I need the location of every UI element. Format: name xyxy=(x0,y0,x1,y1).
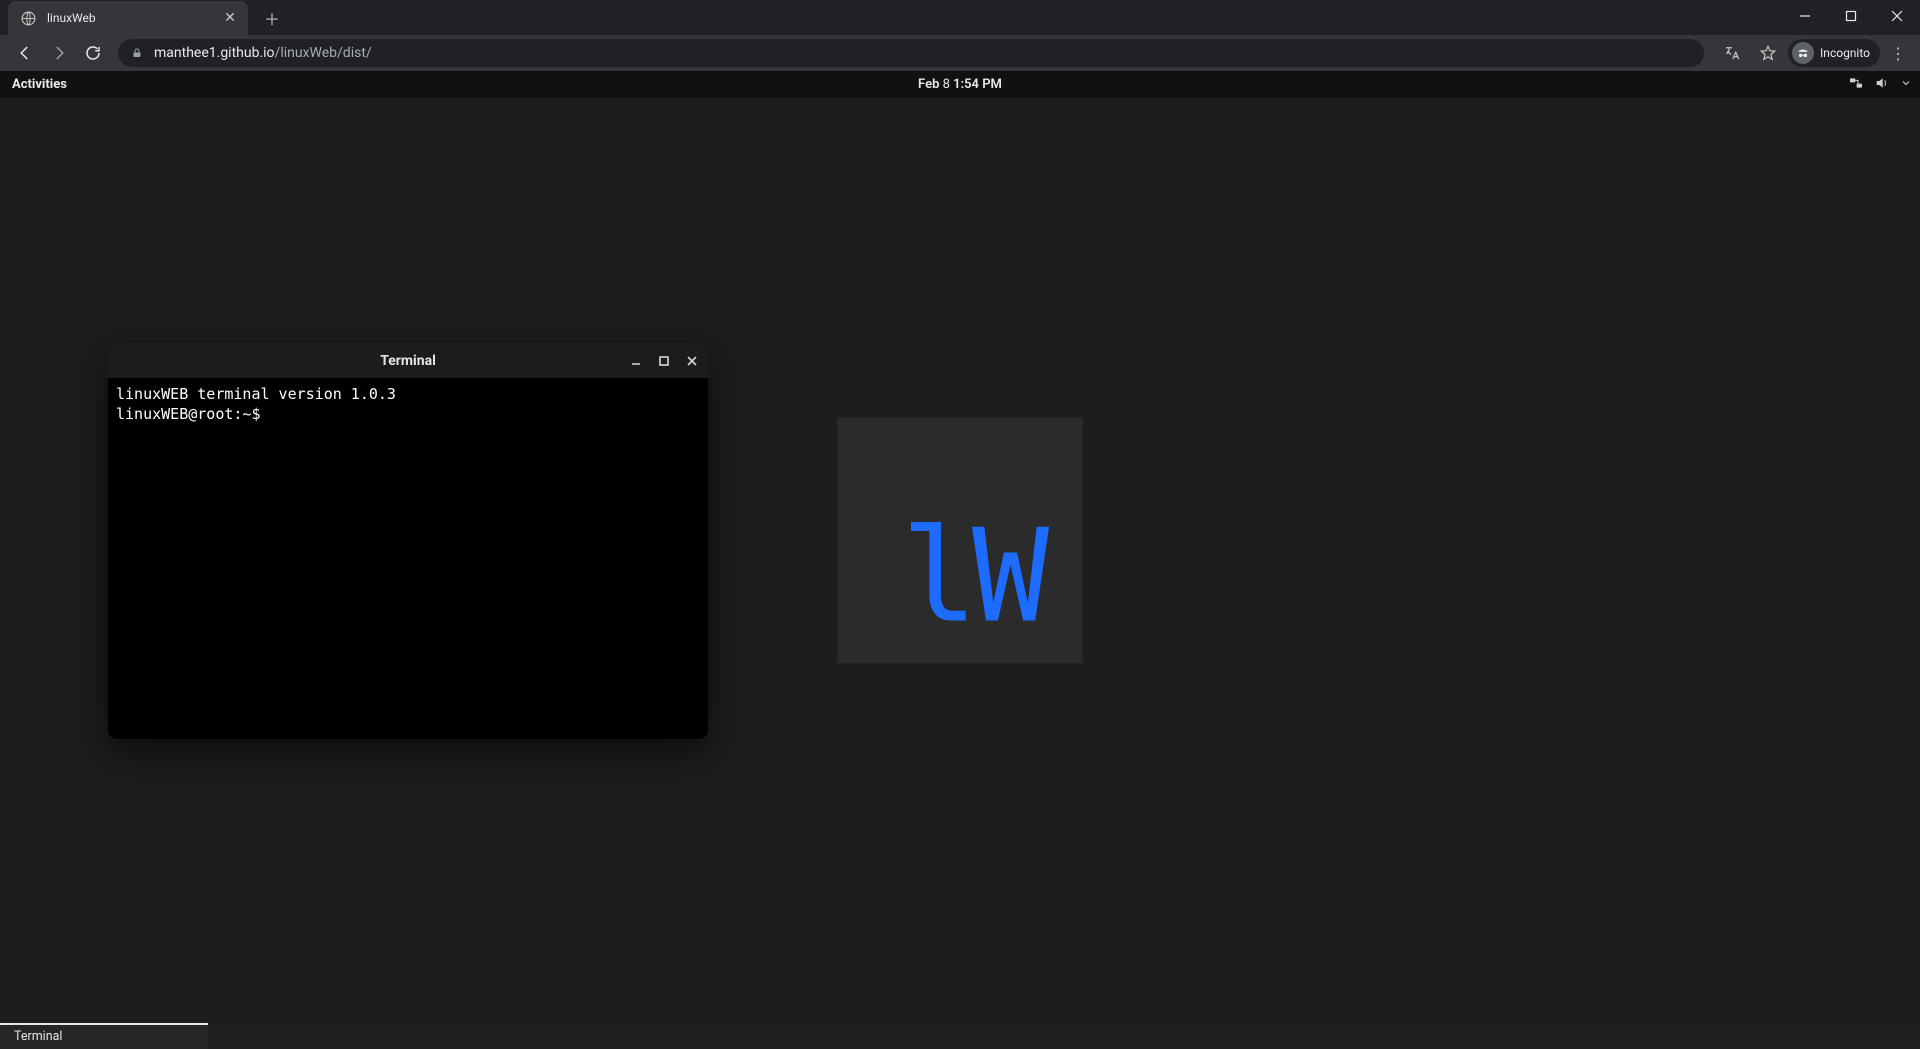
bottom-taskbar: Terminal xyxy=(0,1024,1920,1049)
lock-icon xyxy=(130,46,144,60)
nav-reload-button[interactable] xyxy=(76,38,110,68)
desktop-wallpaper-logo: lW xyxy=(837,417,1083,663)
nav-back-button[interactable] xyxy=(8,38,42,68)
url-text: manthee1.github.io/linuxWeb/dist/ xyxy=(154,45,372,61)
terminal-body[interactable]: linuxWEB terminal version 1.0.3linuxWEB@… xyxy=(108,378,708,739)
gnome-topbar: Activities Feb 8 1:54 PM xyxy=(0,71,1920,98)
window-close-button[interactable] xyxy=(1874,0,1920,32)
tab-close-icon[interactable]: ✕ xyxy=(222,10,238,26)
activities-button[interactable]: Activities xyxy=(0,77,79,92)
address-bar[interactable]: manthee1.github.io/linuxWeb/dist/ xyxy=(118,39,1704,67)
browser-toolbar: manthee1.github.io/linuxWeb/dist/ Incogn… xyxy=(0,35,1920,71)
topbar-tray[interactable] xyxy=(1848,75,1912,95)
bookmark-star-icon[interactable] xyxy=(1752,38,1784,68)
terminal-titlebar[interactable]: Terminal xyxy=(108,343,708,378)
chevron-down-icon[interactable] xyxy=(1900,77,1912,93)
terminal-window[interactable]: Terminal linuxWEB terminal version 1.0.3… xyxy=(108,343,708,739)
terminal-maximize-button[interactable] xyxy=(654,351,674,371)
terminal-title: Terminal xyxy=(380,353,436,369)
terminal-minimize-button[interactable] xyxy=(626,351,646,371)
translate-icon[interactable] xyxy=(1716,38,1748,68)
browser-tab-strip: linuxWeb ✕ ＋ xyxy=(0,0,1920,35)
window-maximize-button[interactable] xyxy=(1828,0,1874,32)
terminal-close-button[interactable] xyxy=(682,351,702,371)
taskbar-item-terminal[interactable]: Terminal xyxy=(0,1024,208,1049)
browser-tab-active[interactable]: linuxWeb ✕ xyxy=(8,1,248,35)
incognito-chip[interactable]: Incognito xyxy=(1788,39,1880,67)
page-viewport: Activities Feb 8 1:54 PM lW Termin xyxy=(0,71,1920,1049)
window-controls xyxy=(1782,0,1920,35)
volume-icon[interactable] xyxy=(1874,75,1890,95)
terminal-line-1: linuxWEB terminal version 1.0.3 xyxy=(116,384,700,404)
incognito-label: Incognito xyxy=(1820,46,1870,60)
browser-menu-button[interactable]: ⋮ xyxy=(1884,38,1912,68)
logo-text: lW xyxy=(901,513,1043,641)
tab-title: linuxWeb xyxy=(47,11,222,25)
window-minimize-button[interactable] xyxy=(1782,0,1828,32)
terminal-prompt: linuxWEB@root:~$ xyxy=(116,404,261,424)
globe-icon xyxy=(20,10,37,27)
network-icon[interactable] xyxy=(1848,75,1864,95)
taskbar-item-label: Terminal xyxy=(14,1029,62,1044)
new-tab-button[interactable]: ＋ xyxy=(258,4,286,32)
nav-forward-button[interactable] xyxy=(42,38,76,68)
incognito-icon xyxy=(1792,42,1814,64)
topbar-clock[interactable]: Feb 8 1:54 PM xyxy=(918,77,1002,92)
